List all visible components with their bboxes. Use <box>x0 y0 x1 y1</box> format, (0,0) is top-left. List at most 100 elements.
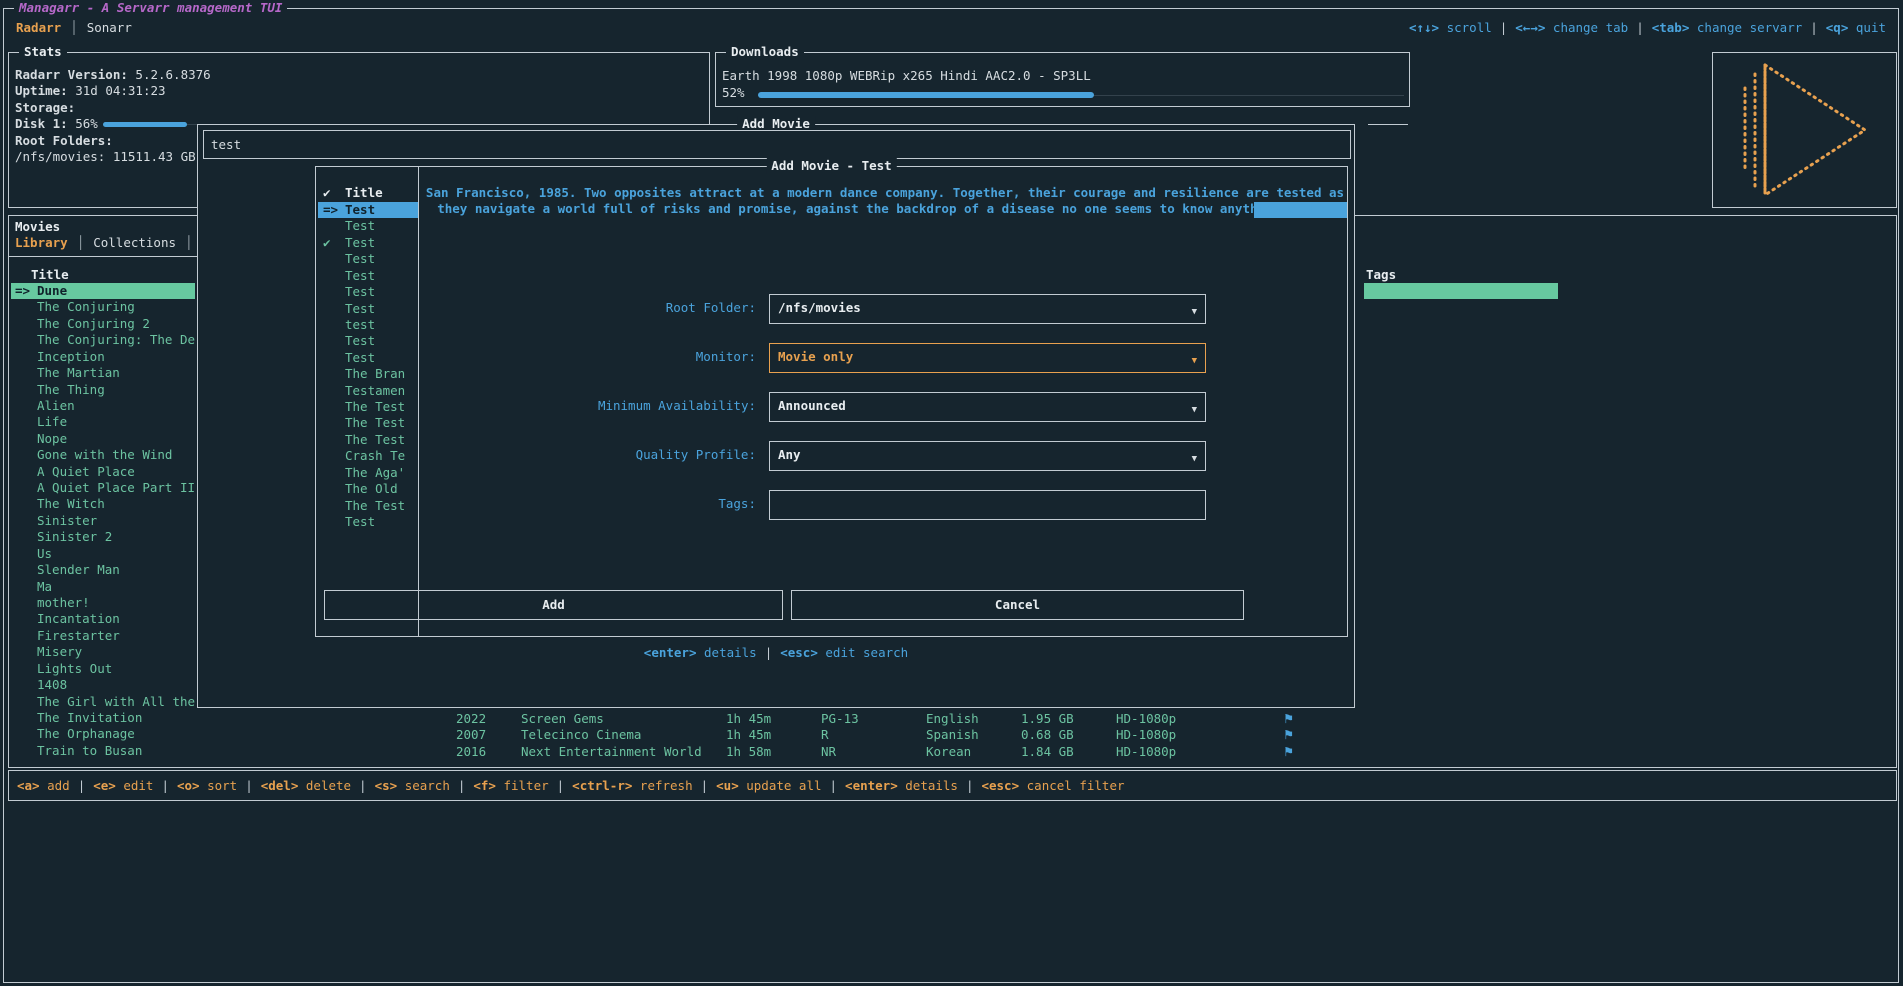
movie-row[interactable]: mother! <box>11 595 195 611</box>
dropdown-arrow-icon <box>1192 449 1197 467</box>
tab-library[interactable]: Library <box>15 235 68 250</box>
movie-row[interactable]: Slender Man <box>11 562 195 578</box>
add-button[interactable]: Add <box>324 590 783 620</box>
cell-language: English <box>926 711 979 727</box>
tab-sonarr[interactable]: Sonarr <box>87 20 132 35</box>
form-field-value: Movie only <box>778 349 853 365</box>
result-title: Test <box>345 202 375 217</box>
form-field-value: /nfs/movies <box>778 300 861 316</box>
movie-row[interactable]: Misery <box>11 644 195 660</box>
movie-title: Ma <box>37 579 52 594</box>
cell-certification: PG-13 <box>821 711 859 727</box>
movie-title: Incantation <box>37 611 120 626</box>
form-field-value: Announced <box>778 398 846 414</box>
movie-row[interactable]: Alien <box>11 398 195 414</box>
movie-title: The Girl with All the <box>37 694 195 709</box>
movie-row[interactable]: The Witch <box>11 496 195 512</box>
tab-radarr[interactable]: Radarr <box>16 20 61 35</box>
movie-title: Inception <box>37 349 105 364</box>
movie-row[interactable]: The Conjuring: The De <box>11 332 195 348</box>
movie-row[interactable]: Lights Out <box>11 661 195 677</box>
dropdown-arrow-icon <box>1192 400 1197 418</box>
movie-row[interactable]: The Martian <box>11 365 195 381</box>
keybind-hint: <esc> cancel filter <box>958 778 1125 793</box>
movie-row[interactable]: A Quiet Place Part II <box>11 480 195 496</box>
download-progress-bar <box>758 91 1404 99</box>
keybind-hint: <enter> details <box>644 645 757 660</box>
managarr-play-logo-icon <box>1739 60 1871 204</box>
result-title: Test <box>345 251 375 266</box>
movie-row[interactable]: Gone with the Wind <box>11 447 195 463</box>
servarr-tabs: Radarr Sonarr <box>16 20 132 36</box>
selection-marker: => <box>15 283 37 299</box>
movie-title: The Witch <box>37 496 105 511</box>
search-result-row[interactable]: =>Test <box>318 202 418 218</box>
movie-title: The Conjuring 2 <box>37 316 150 331</box>
tab-separator <box>61 20 87 35</box>
movie-detail-row[interactable]: 2022 Screen Gems 1h 45m PG-13 English 1.… <box>9 711 1896 727</box>
movie-title: Nope <box>37 431 67 446</box>
movie-row[interactable]: 1408 <box>11 677 195 693</box>
stats-version-line: Radarr Version: 5.2.6.8376 <box>15 67 703 83</box>
movie-detail-row[interactable]: 2007 Telecinco Cinema 1h 45m R Spanish 0… <box>9 727 1896 743</box>
search-result-row[interactable]: Test <box>318 251 418 267</box>
movie-row[interactable]: =>Dune <box>11 283 195 299</box>
form-field-control[interactable]: Movie only <box>769 343 1206 373</box>
movie-row[interactable]: Us <box>11 546 195 562</box>
keybind-hint: <a> add <box>17 778 70 793</box>
cell-certification: NR <box>821 744 836 760</box>
cell-quality: HD-1080p <box>1116 711 1176 727</box>
modal-title: Add Movie - Test <box>766 158 896 174</box>
cell-size: 1.84 GB <box>1021 744 1074 760</box>
form-field-label: Monitor: <box>316 349 756 365</box>
movie-title: Gone with the Wind <box>37 447 172 462</box>
movie-row[interactable]: The Thing <box>11 382 195 398</box>
movie-title: Lights Out <box>37 661 112 676</box>
movie-row[interactable]: Inception <box>11 349 195 365</box>
movie-detail-row[interactable]: 2016 Next Entertainment World 1h 58m NR … <box>9 744 1896 760</box>
movie-search-input[interactable] <box>203 130 1351 159</box>
cancel-button[interactable]: Cancel <box>791 590 1244 620</box>
tab-collections[interactable]: Collections <box>93 235 176 250</box>
cell-runtime: 1h 45m <box>726 727 771 743</box>
cell-size: 1.95 GB <box>1021 711 1074 727</box>
movie-row[interactable]: Sinister 2 <box>11 529 195 545</box>
movie-row[interactable]: Firestarter <box>11 628 195 644</box>
result-marker: => <box>323 202 345 218</box>
search-result-row[interactable]: ✔Test <box>318 235 418 251</box>
movie-title: Sinister 2 <box>37 529 112 544</box>
movie-detail-rows: 2022 Screen Gems 1h 45m PG-13 English 1.… <box>9 711 1896 760</box>
movie-row[interactable]: The Conjuring 2 <box>11 316 195 332</box>
movie-row[interactable]: Life <box>11 414 195 430</box>
movie-row[interactable]: Ma <box>11 579 195 595</box>
keybind-hint: <q> quit <box>1802 20 1886 35</box>
movie-list: =>DuneThe ConjuringThe Conjuring 2The Co… <box>11 283 195 759</box>
search-result-row[interactable]: Test <box>318 268 418 284</box>
movie-title: The Thing <box>37 382 105 397</box>
download-progress-fill <box>758 92 1094 98</box>
movie-row[interactable]: The Conjuring <box>11 299 195 315</box>
cell-language: Spanish <box>926 727 979 743</box>
download-percent: 52% <box>722 85 745 101</box>
movie-row[interactable]: Sinister <box>11 513 195 529</box>
add-movie-modal: Add Movie - Test ✔Title =>TestTest✔TestT… <box>315 166 1348 637</box>
stats-panel-title: Stats <box>19 44 67 60</box>
form-field-label: Tags: <box>316 496 756 512</box>
movie-row[interactable]: Incantation <box>11 611 195 627</box>
downloads-panel-title: Downloads <box>726 44 804 60</box>
movie-row[interactable]: The Girl with All the <box>11 694 195 710</box>
movie-title: 1408 <box>37 677 67 692</box>
dropdown-arrow-icon <box>1192 302 1197 320</box>
movie-title: A Quiet Place <box>37 464 135 479</box>
border-fragment <box>1368 124 1408 125</box>
movie-title: The Martian <box>37 365 120 380</box>
form-field-control[interactable]: /nfs/movies <box>769 294 1206 324</box>
movie-row[interactable]: A Quiet Place <box>11 464 195 480</box>
form-field-control[interactable] <box>769 490 1206 520</box>
movie-row[interactable]: Nope <box>11 431 195 447</box>
keybind-hint: <tab> change servarr <box>1628 20 1802 35</box>
form-field-control[interactable]: Announced <box>769 392 1206 422</box>
keybind-hint: <u> update all <box>693 778 822 793</box>
search-result-row[interactable]: Test <box>318 218 418 234</box>
form-field-control[interactable]: Any <box>769 441 1206 471</box>
